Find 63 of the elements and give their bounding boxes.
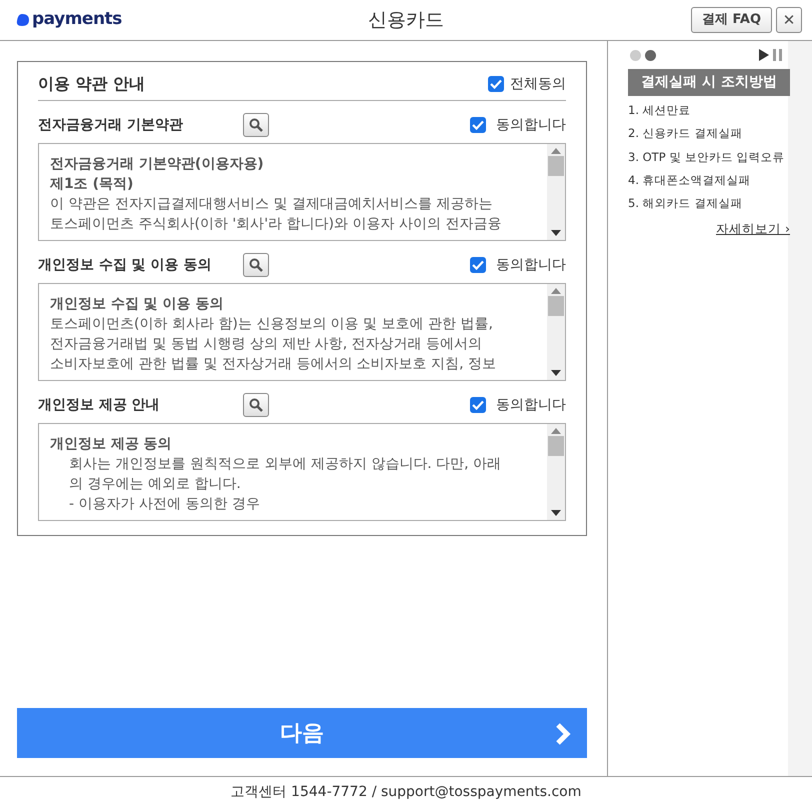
terms-text-line: 전자금융거래법 및 동법 시행령 상의 제반 사항, 전자상거래 등에서의 bbox=[50, 335, 484, 354]
scroll-thumb[interactable] bbox=[548, 296, 564, 316]
help-item: 4. 휴대폰소액결제실패 bbox=[628, 172, 752, 189]
footer-text: 고객센터 1544-7772 / support@tosspayments.com bbox=[0, 776, 812, 802]
scrollbar[interactable] bbox=[547, 424, 565, 520]
slide-dot[interactable] bbox=[630, 50, 641, 60]
slide-dot[interactable] bbox=[645, 50, 656, 60]
scroll-down-icon[interactable] bbox=[551, 370, 561, 376]
terms-text-line: 소비자보호에 관한 법률 및 전자상거래 등에서의 소비자보호 지침, 정보 bbox=[50, 355, 498, 374]
terms-text-line: 제1조 (목적) bbox=[50, 175, 134, 194]
terms-text-box[interactable]: 개인정보 제공 동의 회사는 개인정보를 원칙적으로 외부에 제공하지 않습니다. 다만, 아래 의 경우에는 예외로 합니다. - 이용자가 사전에 동의한 경우 bbox=[38, 423, 566, 521]
terms-text-line: 개인정보 제공 동의 bbox=[50, 435, 173, 454]
section-title: 전자금융거래 기본약관 bbox=[38, 116, 184, 134]
terms-text-line: 토스페이먼츠 주식회사(이하 '회사'라 합니다)와 이용자 사이의 전자금융 bbox=[50, 215, 502, 234]
checkbox[interactable] bbox=[488, 76, 504, 92]
scroll-down-icon[interactable] bbox=[551, 510, 561, 516]
scrollbar[interactable] bbox=[547, 144, 565, 240]
checkbox[interactable] bbox=[470, 397, 486, 413]
banner-title: 결제실패 시 조치방법 bbox=[628, 69, 790, 96]
search-icon bbox=[249, 398, 263, 412]
search-button[interactable] bbox=[243, 253, 269, 277]
next-button[interactable]: 다음 bbox=[17, 708, 587, 758]
search-button[interactable] bbox=[243, 393, 269, 417]
search-button[interactable] bbox=[243, 113, 269, 137]
agree-all-label: 전체동의 bbox=[510, 74, 566, 94]
help-item: 5. 해외카드 결제실패 bbox=[628, 195, 744, 212]
section-title: 개인정보 수집 및 이용 동의 bbox=[38, 256, 212, 274]
scroll-thumb[interactable] bbox=[548, 436, 564, 456]
page-title: 신용카드 bbox=[368, 8, 444, 31]
terms-title: 이용 약관 안내 bbox=[38, 73, 146, 95]
checkbox[interactable] bbox=[470, 117, 486, 133]
agree-label: 동의합니다 bbox=[496, 256, 566, 274]
scroll-thumb[interactable] bbox=[548, 156, 564, 176]
help-item: 1. 세션만료 bbox=[628, 102, 692, 119]
faq-button[interactable]: 결제 FAQ bbox=[690, 7, 772, 33]
scroll-up-icon[interactable] bbox=[551, 148, 561, 154]
scroll-up-icon[interactable] bbox=[551, 428, 561, 434]
terms-text-box[interactable]: 전자금융거래 기본약관(이용자용) 제1조 (목적) 이 약관은 전자지급결제대행서비스 및 결제대금예치서비스를 제공하는 토스페이먼츠 주식회사(이하 '회사'라 합니다)와 이용자 사이의 전자금융 bbox=[38, 143, 566, 241]
terms-text-line: 토스페이먼츠(이하 회사라 함)는 신용정보의 이용 및 보호에 관한 법률, bbox=[50, 315, 494, 334]
agree-label: 동의합니다 bbox=[496, 396, 566, 414]
scroll-up-icon[interactable] bbox=[551, 288, 561, 294]
logo-icon bbox=[16, 14, 29, 26]
scroll-down-icon[interactable] bbox=[551, 230, 561, 236]
close-button[interactable]: ✕ bbox=[776, 7, 802, 33]
terms-text-line: 의 경우에는 예외로 합니다. bbox=[68, 475, 242, 494]
terms-text-line: - 이용자가 사전에 동의한 경우 bbox=[68, 495, 261, 514]
terms-text-line: 전자금융거래 기본약관(이용자용) bbox=[50, 155, 265, 174]
terms-text-line: 이 약관은 전자지급결제대행서비스 및 결제대금예치서비스를 제공하는 bbox=[50, 195, 494, 214]
more-link[interactable]: 자세히보기 › bbox=[716, 220, 790, 239]
play-icon[interactable] bbox=[759, 49, 769, 61]
terms-text-box[interactable]: 개인정보 수집 및 이용 동의 토스페이먼츠(이하 회사라 함)는 신용정보의 이용 및 보호에 관한 법률, 전자금융거래법 및 동법 시행령 상의 제반 사항, 전자상거래 등에서의 소비자보호에 관한 법률 및 전자상거래 등에서의 소비자보호 지침, 정보 bbox=[38, 283, 566, 381]
agree-label: 동의합니다 bbox=[496, 116, 566, 134]
logo-text: payments bbox=[32, 8, 122, 32]
checkbox[interactable] bbox=[470, 257, 486, 273]
help-item: 3. OTP 및 보안카드 입력오류 bbox=[628, 148, 786, 166]
terms-text-line: 개인정보 수집 및 이용 동의 bbox=[50, 295, 224, 314]
terms-text-line: 회사는 개인정보를 원칙적으로 외부에 제공하지 않습니다. 다만, 아래 bbox=[68, 455, 502, 474]
search-icon bbox=[249, 118, 263, 132]
search-icon bbox=[249, 258, 263, 272]
help-item: 2. 신용카드 결제실패 bbox=[628, 125, 744, 142]
section-title: 개인정보 제공 안내 bbox=[38, 396, 161, 414]
chevron-icon bbox=[555, 723, 571, 745]
scrollbar[interactable] bbox=[547, 284, 565, 380]
